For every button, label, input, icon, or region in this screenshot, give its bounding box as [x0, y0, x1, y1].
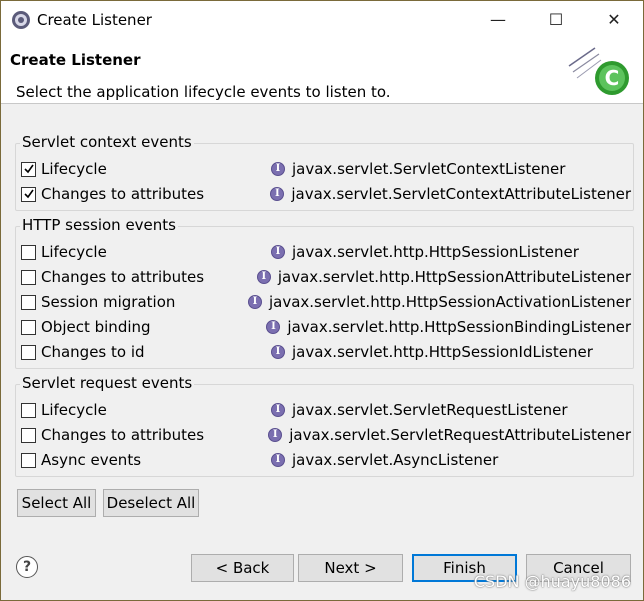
interface-icon: I	[271, 453, 285, 467]
eclipse-gear-icon	[12, 10, 30, 29]
page-description: Select the application lifecycle events …	[16, 83, 391, 101]
window-title: Create Listener	[37, 10, 152, 29]
checkbox[interactable]	[21, 402, 36, 418]
list-item: Lifecycle I javax.servlet.ServletRequest…	[21, 399, 631, 421]
create-listener-dialog: Create Listener — ☐ ✕ Create Listener Se…	[0, 0, 644, 601]
checkbox-label[interactable]: Changes to attributes	[41, 185, 270, 203]
servlet-context-events-group: Servlet context events Lifecycle I javax…	[15, 133, 634, 211]
interface-name: javax.servlet.ServletRequestAttributeLis…	[289, 426, 631, 444]
svg-text:C: C	[605, 66, 620, 90]
checkbox[interactable]	[21, 344, 36, 360]
deselect-all-button[interactable]: Deselect All	[103, 489, 199, 517]
next-button[interactable]: Next >	[298, 554, 403, 582]
checkbox[interactable]	[21, 186, 36, 202]
checkmark-icon	[23, 164, 34, 174]
minimize-button[interactable]: —	[469, 1, 527, 38]
checkbox-label[interactable]: Changes to id	[41, 343, 271, 361]
interface-icon: I	[271, 345, 285, 359]
wizard-banner: Create Listener Select the application l…	[1, 38, 643, 104]
maximize-button[interactable]: ☐	[527, 1, 585, 38]
list-item: Lifecycle I javax.servlet.http.HttpSessi…	[21, 241, 631, 263]
interface-icon: I	[256, 270, 271, 284]
interface-icon: I	[266, 320, 281, 334]
checkbox-label[interactable]: Changes to attributes	[41, 268, 257, 286]
checkbox[interactable]	[21, 319, 36, 335]
interface-icon: I	[271, 245, 285, 259]
list-item: Changes to id I javax.servlet.http.HttpS…	[21, 341, 631, 363]
interface-name: javax.servlet.http.HttpSessionAttributeL…	[277, 268, 631, 286]
interface-icon: I	[271, 162, 285, 176]
window-controls: — ☐ ✕	[469, 1, 643, 38]
group-title: HTTP session events	[20, 216, 178, 234]
checkbox-label[interactable]: Lifecycle	[41, 401, 271, 419]
interface-name: javax.servlet.http.HttpSessionBindingLis…	[287, 318, 631, 336]
interface-name: javax.servlet.ServletContextListener	[292, 160, 566, 178]
servlet-request-events-group: Servlet request events Lifecycle I javax…	[15, 374, 634, 477]
interface-icon: I	[247, 295, 262, 309]
interface-name: javax.servlet.ServletContextAttributeLis…	[291, 185, 631, 203]
page-title: Create Listener	[10, 51, 141, 69]
list-item: Session migration I javax.servlet.http.H…	[21, 291, 631, 313]
checkbox-label[interactable]: Lifecycle	[41, 243, 271, 261]
select-all-button[interactable]: Select All	[17, 489, 96, 517]
checkbox-label[interactable]: Lifecycle	[41, 160, 271, 178]
interface-name: javax.servlet.AsyncListener	[292, 451, 499, 469]
csdn-watermark: CSDN @huayu8086	[473, 572, 631, 591]
interface-icon: I	[271, 403, 285, 417]
interface-name: javax.servlet.http.HttpSessionIdListener	[292, 343, 593, 361]
list-item: Changes to attributes I javax.servlet.Se…	[21, 183, 631, 205]
back-button[interactable]: < Back	[191, 554, 294, 582]
interface-name: javax.servlet.http.HttpSessionActivation…	[268, 293, 631, 311]
class-wizard-icon: C	[568, 47, 629, 95]
list-item: Object binding I javax.servlet.http.Http…	[21, 316, 631, 338]
list-item: Changes to attributes I javax.servlet.Se…	[21, 424, 631, 446]
checkmark-icon	[23, 189, 34, 199]
checkbox-label[interactable]: Async events	[41, 451, 271, 469]
checkbox[interactable]	[21, 269, 36, 285]
interface-name: javax.servlet.http.HttpSessionListener	[292, 243, 579, 261]
checkbox-label[interactable]: Changes to attributes	[41, 426, 268, 444]
checkbox[interactable]	[21, 294, 36, 310]
title-bar: Create Listener — ☐ ✕	[1, 1, 643, 38]
interface-icon: I	[268, 428, 283, 442]
checkbox[interactable]	[21, 427, 36, 443]
checkbox-label[interactable]: Session migration	[41, 293, 248, 311]
checkbox-label[interactable]: Object binding	[41, 318, 266, 336]
checkbox[interactable]	[21, 244, 36, 260]
http-session-events-group: HTTP session events Lifecycle I javax.se…	[15, 216, 634, 369]
list-item: Changes to attributes I javax.servlet.ht…	[21, 266, 631, 288]
list-item: Lifecycle I javax.servlet.ServletContext…	[21, 158, 631, 180]
list-item: Async events I javax.servlet.AsyncListen…	[21, 449, 631, 471]
group-title: Servlet request events	[20, 374, 195, 392]
interface-icon: I	[270, 187, 285, 201]
checkbox[interactable]	[21, 161, 36, 177]
close-button[interactable]: ✕	[585, 1, 643, 38]
interface-name: javax.servlet.ServletRequestListener	[292, 401, 568, 419]
checkbox[interactable]	[21, 452, 36, 468]
group-title: Servlet context events	[20, 133, 194, 151]
help-icon[interactable]: ?	[16, 556, 38, 578]
